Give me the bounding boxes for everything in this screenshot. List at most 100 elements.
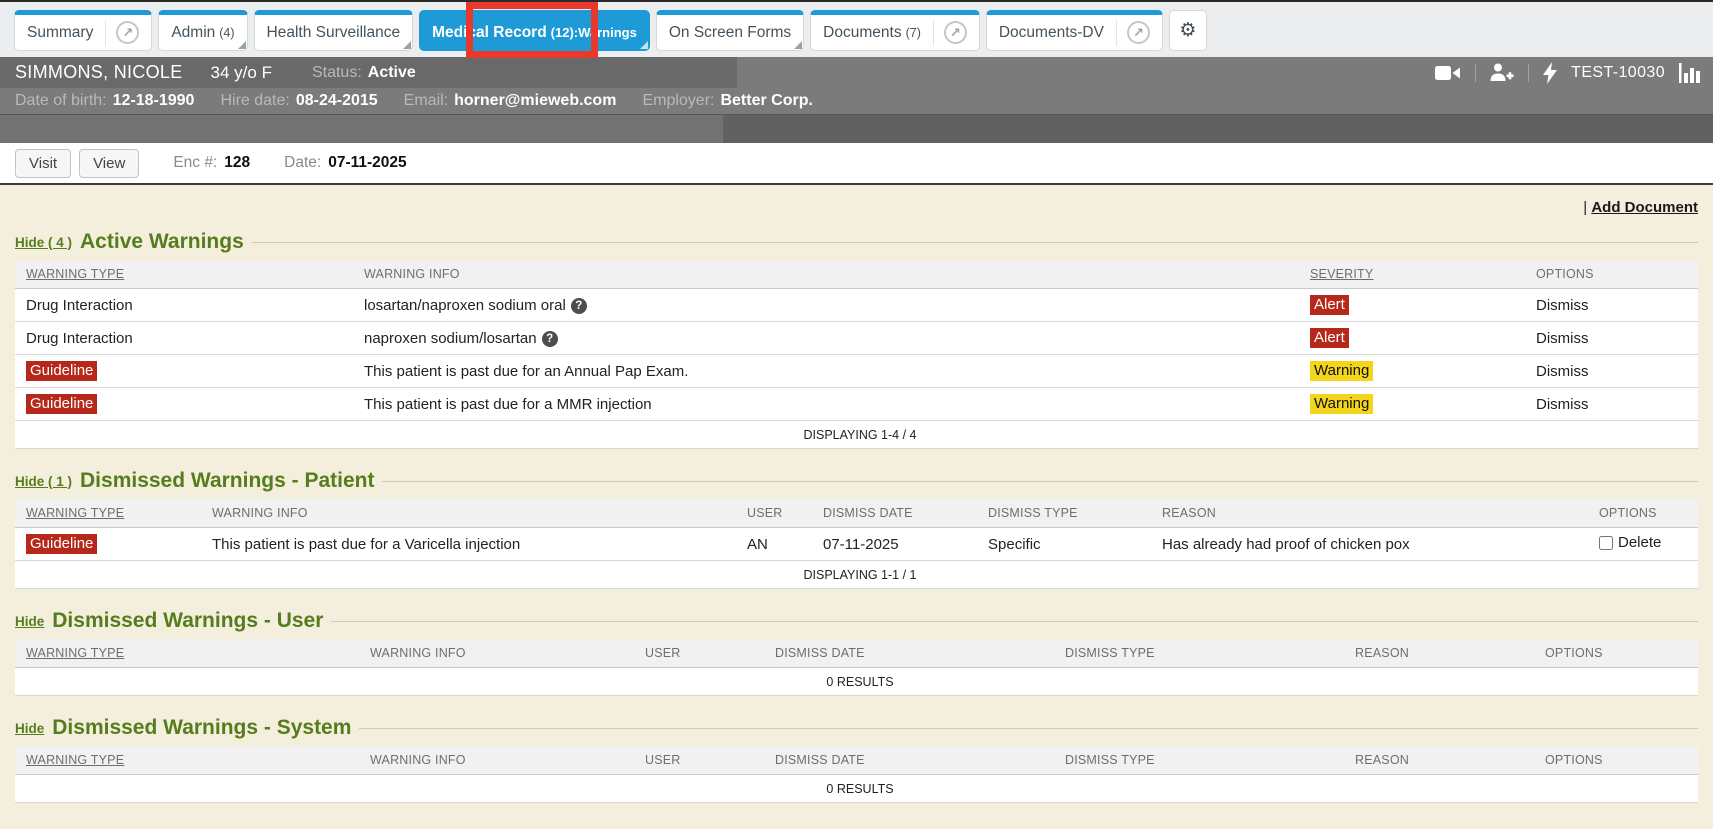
patient-header-light-block — [0, 115, 723, 143]
hire-date-label: Hire date: — [220, 92, 289, 110]
dismissed-patient-hide-link[interactable]: Hide ( 1 ) — [15, 474, 72, 489]
column-dismiss-type: DISMISS TYPE — [977, 499, 1151, 528]
column-dismiss-type: DISMISS TYPE — [1054, 639, 1344, 668]
help-icon[interactable]: ? — [542, 331, 558, 347]
tab-settings-button[interactable]: ⚙ — [1169, 10, 1207, 51]
tab-documents-label: Documents — [823, 24, 901, 42]
tab-on-screen-forms[interactable]: On Screen Forms — [656, 10, 804, 51]
email-value: horner@mieweb.com — [454, 92, 616, 110]
tab-admin[interactable]: Admin (4) — [158, 10, 247, 51]
section-rule — [382, 481, 1698, 482]
patient-header-row3 — [0, 114, 1713, 143]
table-row: Guideline This patient is past due for a… — [15, 388, 1698, 421]
patient-id: TEST-10030 — [1571, 64, 1665, 82]
column-dismiss-date: DISMISS DATE — [812, 499, 977, 528]
column-warning-type[interactable]: WARNING TYPE — [15, 499, 201, 528]
help-icon[interactable]: ? — [571, 298, 587, 314]
warnings-content: | Add Document Hide ( 4 ) Active Warning… — [0, 183, 1713, 829]
column-warning-type[interactable]: WARNING TYPE — [15, 746, 359, 775]
column-severity[interactable]: SEVERITY — [1299, 260, 1525, 289]
column-warning-info: WARNING INFO — [359, 639, 634, 668]
column-warning-type[interactable]: WARNING TYPE — [15, 260, 353, 289]
severity-cell: Alert — [1299, 289, 1525, 322]
tab-health-surveillance[interactable]: Health Surveillance — [254, 10, 414, 51]
column-dismiss-date: DISMISS DATE — [764, 746, 1054, 775]
column-warning-type[interactable]: WARNING TYPE — [15, 639, 359, 668]
column-options: OPTIONS — [1588, 499, 1698, 528]
tab-on-screen-forms-label: On Screen Forms — [669, 24, 791, 42]
warning-type-cell: Guideline — [15, 388, 353, 421]
tab-medical-record-warnings[interactable]: Medical Record (12):Warnings — [419, 10, 650, 51]
table-row: Guideline This patient is past due for a… — [15, 355, 1698, 388]
active-warnings-title: Active Warnings — [80, 230, 244, 254]
add-person-icon[interactable] — [1490, 63, 1514, 82]
column-user: USER — [736, 499, 812, 528]
warning-type-cell: Guideline — [15, 355, 353, 388]
tab-documents[interactable]: Documents (7) ↗ — [810, 10, 980, 51]
bar-chart-icon[interactable] — [1679, 63, 1703, 83]
active-warnings-header: Hide ( 4 ) Active Warnings — [15, 230, 1698, 254]
tab-documents-dv[interactable]: Documents-DV ↗ — [986, 10, 1163, 51]
active-warnings-hide-link[interactable]: Hide ( 4 ) — [15, 235, 72, 250]
dismissed-system-hide-link[interactable]: Hide — [15, 721, 44, 736]
warning-info-cell: losartan/naproxen sodium oral? — [353, 289, 1299, 322]
tab-summary[interactable]: Summary ↗ — [14, 10, 152, 51]
column-reason: REASON — [1151, 499, 1588, 528]
popout-arrow-icon[interactable]: ↗ — [1127, 21, 1150, 44]
warning-info-cell: This patient is past due for a Varicella… — [201, 528, 736, 561]
visit-button[interactable]: Visit — [15, 149, 71, 178]
dismiss-date-cell: 07-11-2025 — [812, 528, 977, 561]
delete-checkbox[interactable] — [1599, 536, 1613, 550]
enc-number-label: Enc #: — [173, 154, 217, 172]
tab-bar: Summary ↗ Admin (4) Health Surveillance … — [0, 0, 1713, 57]
severity-warning-badge: Warning — [1310, 394, 1373, 414]
section-rule — [331, 621, 1698, 622]
dismiss-link[interactable]: Dismiss — [1536, 330, 1589, 347]
add-document-link[interactable]: Add Document — [1591, 199, 1698, 216]
view-button[interactable]: View — [79, 149, 139, 178]
video-camera-icon[interactable] — [1435, 64, 1461, 82]
results-count-text: 0 RESULTS — [15, 668, 1698, 696]
status-value: Active — [368, 64, 416, 82]
employer-label: Employer: — [642, 92, 714, 110]
warning-type-cell: Drug Interaction — [15, 322, 353, 355]
tab-admin-label: Admin — [171, 24, 215, 42]
delete-label: Delete — [1618, 534, 1661, 551]
dismiss-link[interactable]: Dismiss — [1536, 396, 1589, 413]
hire-date-value: 08-24-2015 — [296, 92, 378, 110]
warning-info-text: naproxen sodium/losartan — [364, 330, 537, 347]
patient-header-row2: Date of birth: 12-18-1990 Hire date: 08-… — [0, 88, 1713, 114]
guideline-badge: Guideline — [26, 361, 97, 381]
dismiss-type-cell: Specific — [977, 528, 1151, 561]
encounter-toolbar: Visit View Enc #: 128 Date: 07-11-2025 — [0, 143, 1713, 183]
tab-documents-count: (7) — [906, 26, 921, 40]
dob-value: 12-18-1990 — [113, 92, 195, 110]
warning-info-cell: This patient is past due for a MMR injec… — [353, 388, 1299, 421]
warning-info-cell: This patient is past due for an Annual P… — [353, 355, 1299, 388]
warning-info-text: This patient is past due for a MMR injec… — [364, 396, 652, 413]
results-count-text: DISPLAYING 1-1 / 1 — [15, 561, 1698, 589]
tab-admin-count: (4) — [219, 26, 234, 40]
patient-name: SIMMONS, NICOLE — [15, 62, 183, 83]
severity-alert-badge: Alert — [1310, 328, 1349, 348]
table-row: Drug Interaction naproxen sodium/losarta… — [15, 322, 1698, 355]
dismissed-system-title: Dismissed Warnings - System — [52, 716, 351, 740]
delete-option[interactable]: Delete — [1599, 534, 1661, 551]
severity-cell: Warning — [1299, 388, 1525, 421]
dismissed-user-header: Hide Dismissed Warnings - User — [15, 609, 1698, 633]
lightning-icon[interactable] — [1543, 62, 1557, 84]
enc-number-value: 128 — [224, 154, 250, 172]
table-header-row: WARNING TYPE WARNING INFO USER DISMISS D… — [15, 499, 1698, 528]
dismissed-user-table: WARNING TYPE WARNING INFO USER DISMISS D… — [15, 639, 1698, 696]
results-count-text: 0 RESULTS — [15, 775, 1698, 803]
popout-arrow-icon[interactable]: ↗ — [116, 21, 139, 44]
warning-info-cell: naproxen sodium/losartan? — [353, 322, 1299, 355]
tab-inner-divider — [1116, 20, 1117, 46]
popout-arrow-icon[interactable]: ↗ — [944, 21, 967, 44]
dismiss-link[interactable]: Dismiss — [1536, 297, 1589, 314]
table-header-row: WARNING TYPE WARNING INFO SEVERITY OPTIO… — [15, 260, 1698, 289]
dismissed-user-hide-link[interactable]: Hide — [15, 614, 44, 629]
warning-info-text: losartan/naproxen sodium oral — [364, 297, 566, 314]
dismiss-link[interactable]: Dismiss — [1536, 363, 1589, 380]
column-options: OPTIONS — [1534, 639, 1698, 668]
